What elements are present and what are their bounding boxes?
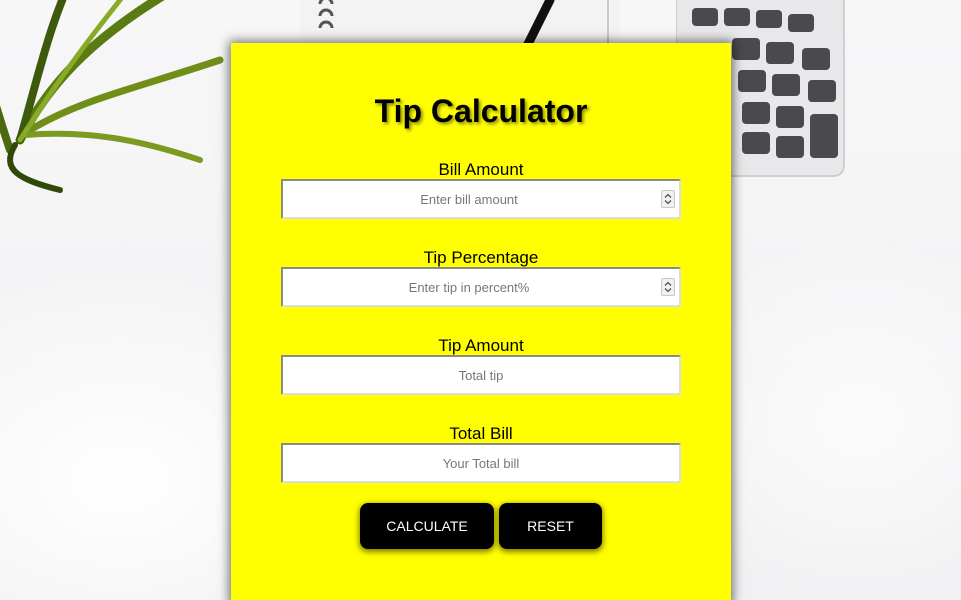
spinner-arrows-icon[interactable] [661,278,675,296]
tip-percentage-field: Tip Percentage [281,249,681,307]
total-bill-input[interactable] [283,445,679,481]
tip-amount-input-wrap [281,355,681,395]
total-bill-label: Total Bill [449,424,513,443]
tip-percentage-input-wrap [281,267,681,307]
plant-decoration [0,0,224,193]
bill-amount-field: Bill Amount [281,161,681,219]
action-buttons: CALCULATE RESET [231,503,731,549]
tip-amount-field: Tip Amount [281,337,681,395]
tip-amount-input[interactable] [283,357,679,393]
tip-calculator-card: Tip Calculator Bill Amount Tip Percentag… [231,43,731,600]
bill-amount-label: Bill Amount [438,160,524,179]
tip-percentage-input[interactable] [283,269,679,305]
bill-amount-input[interactable] [283,181,679,217]
spinner-arrows-icon[interactable] [661,190,675,208]
total-bill-input-wrap [281,443,681,483]
reset-button[interactable]: RESET [499,503,602,549]
calculate-button[interactable]: CALCULATE [360,503,494,549]
tip-amount-label: Tip Amount [438,336,524,355]
bill-amount-input-wrap [281,179,681,219]
page-title: Tip Calculator [374,93,588,129]
tip-percentage-label: Tip Percentage [423,248,539,267]
total-bill-field: Total Bill [281,425,681,483]
